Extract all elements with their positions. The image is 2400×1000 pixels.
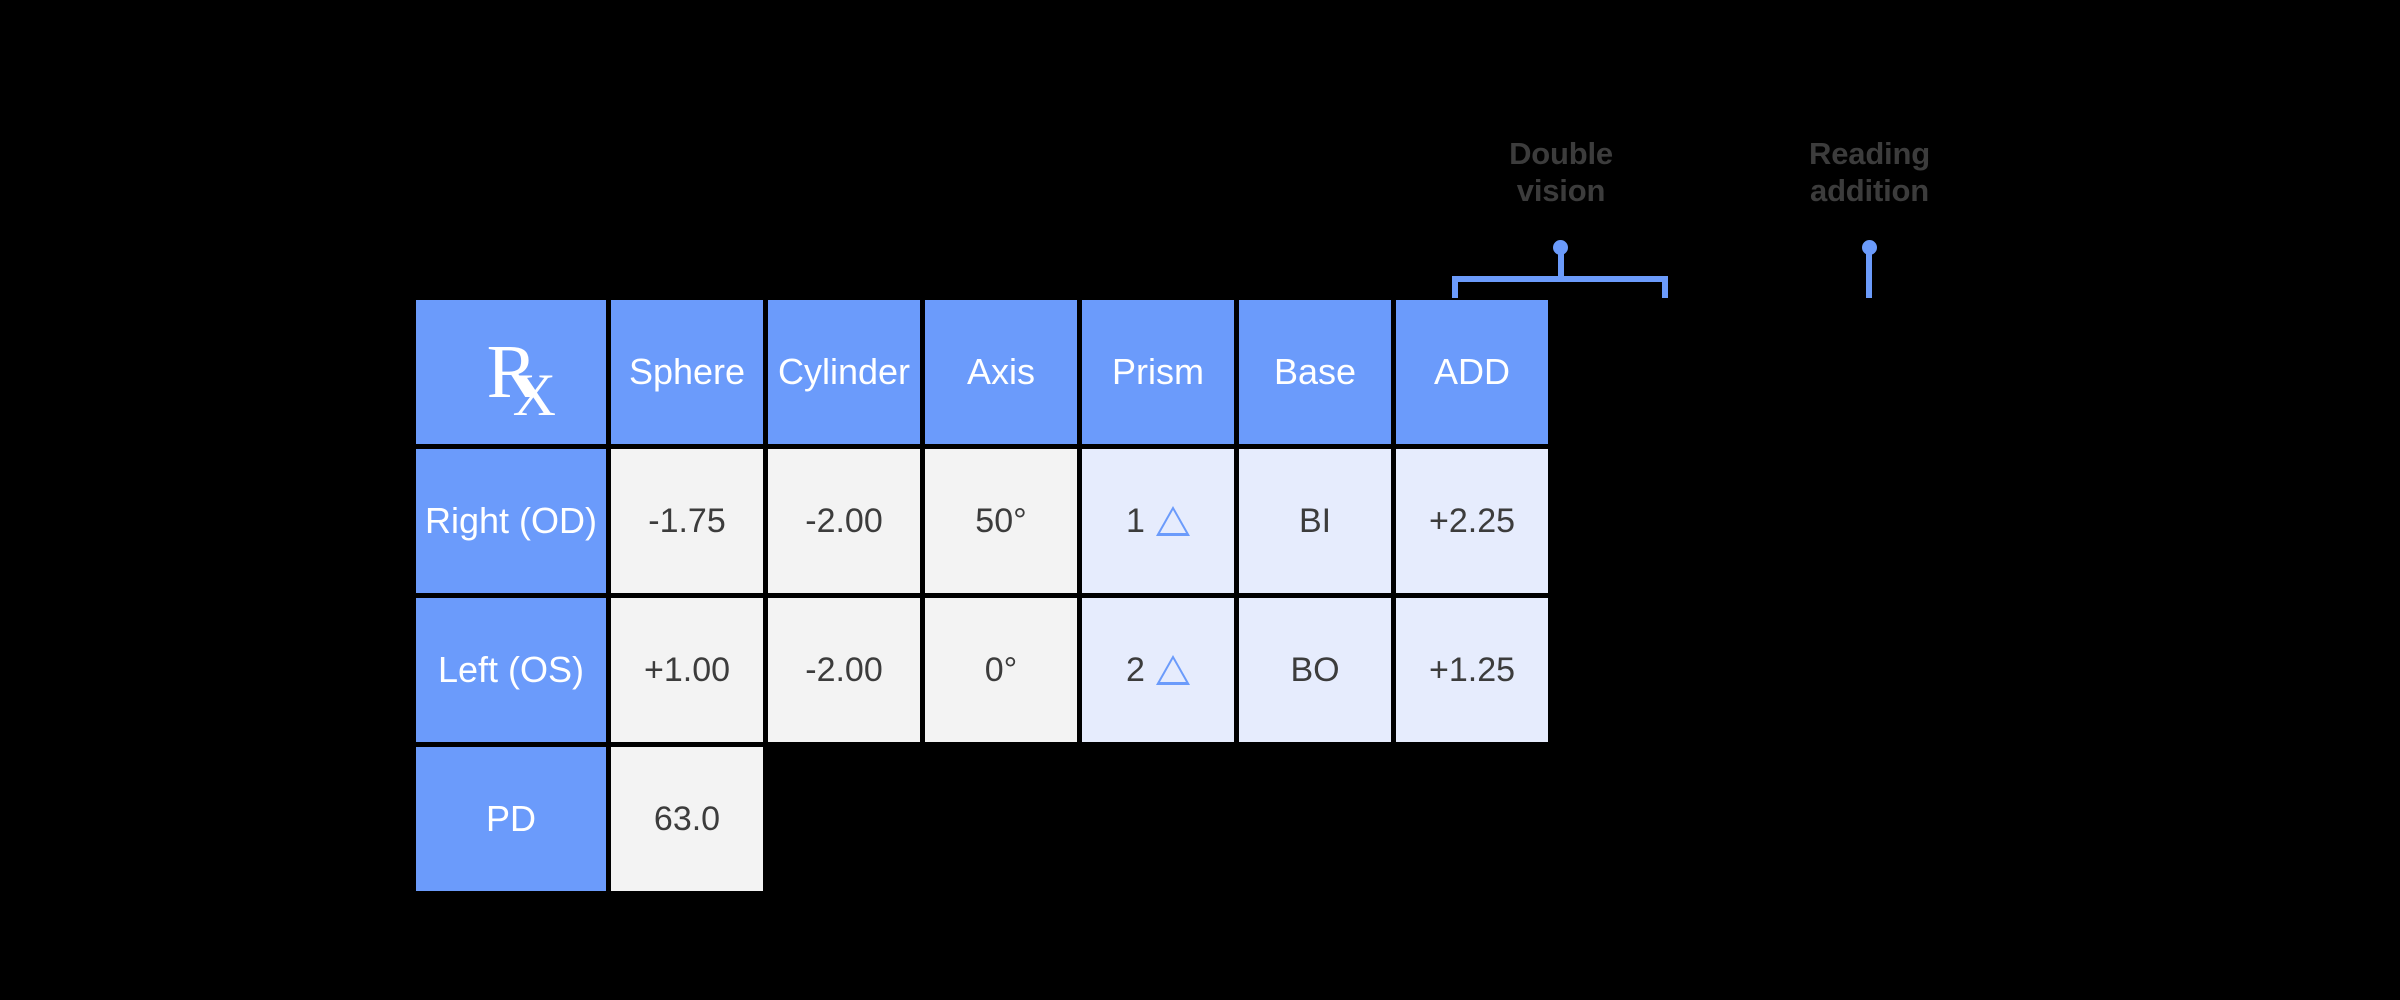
cell-pd-blank-4 <box>1239 747 1391 891</box>
header-cell-axis: Axis <box>925 300 1077 444</box>
cell-right-cylinder: -2.00 <box>768 449 920 593</box>
cell-pd-blank-5 <box>1396 747 1548 891</box>
rx-letter-r: R <box>486 329 538 414</box>
cell-left-sphere: +1.00 <box>611 598 763 742</box>
prism-diopter-triangle-icon <box>1155 655 1190 685</box>
cell-left-prism: 2 <box>1082 598 1234 742</box>
prescription-table: RX Sphere Cylinder Axis Prism Base ADD R… <box>411 295 1553 896</box>
cell-left-add: +1.25 <box>1396 598 1548 742</box>
cell-pd-value: 63.0 <box>611 747 763 891</box>
annotation-stem-reading-addition <box>1866 250 1872 298</box>
cell-left-cylinder: -2.00 <box>768 598 920 742</box>
annotation-label-reading-addition: Reading addition <box>1809 136 1930 208</box>
cell-right-prism: 1 <box>1082 449 1234 593</box>
table-row-pd: PD 63.0 <box>416 747 1548 891</box>
row-label-left-eye: Left (OS) <box>416 598 606 742</box>
cell-pd-blank-3 <box>1082 747 1234 891</box>
header-cell-prism: Prism <box>1082 300 1234 444</box>
table-row: Left (OS) +1.00 -2.00 0° 2 BO +1.25 <box>416 598 1548 742</box>
header-cell-cylinder: Cylinder <box>768 300 920 444</box>
cell-left-base: BO <box>1239 598 1391 742</box>
cell-pd-blank-1 <box>768 747 920 891</box>
cell-right-add: +2.25 <box>1396 449 1548 593</box>
header-cell-base: Base <box>1239 300 1391 444</box>
annotation-label-double-vision: Double vision <box>1509 136 1613 208</box>
header-cell-rx: RX <box>416 300 606 444</box>
rx-icon: RX <box>487 334 556 425</box>
row-label-right-eye: Right (OD) <box>416 449 606 593</box>
row-label-pd: PD <box>416 747 606 891</box>
cell-left-axis: 0° <box>925 598 1077 742</box>
table-header-row: RX Sphere Cylinder Axis Prism Base ADD <box>416 300 1548 444</box>
cell-pd-blank-2 <box>925 747 1077 891</box>
prism-diopter-triangle-icon <box>1155 506 1190 536</box>
cell-left-prism-value: 2 <box>1126 650 1145 689</box>
cell-right-prism-value: 1 <box>1126 501 1145 540</box>
cell-right-sphere: -1.75 <box>611 449 763 593</box>
table-row: Right (OD) -1.75 -2.00 50° 1 BI +2.25 <box>416 449 1548 593</box>
cell-right-axis: 50° <box>925 449 1077 593</box>
header-cell-add: ADD <box>1396 300 1548 444</box>
header-cell-sphere: Sphere <box>611 300 763 444</box>
screenshot-root: Double vision Reading addition RX Sphere… <box>0 0 2400 1000</box>
cell-right-base: BI <box>1239 449 1391 593</box>
